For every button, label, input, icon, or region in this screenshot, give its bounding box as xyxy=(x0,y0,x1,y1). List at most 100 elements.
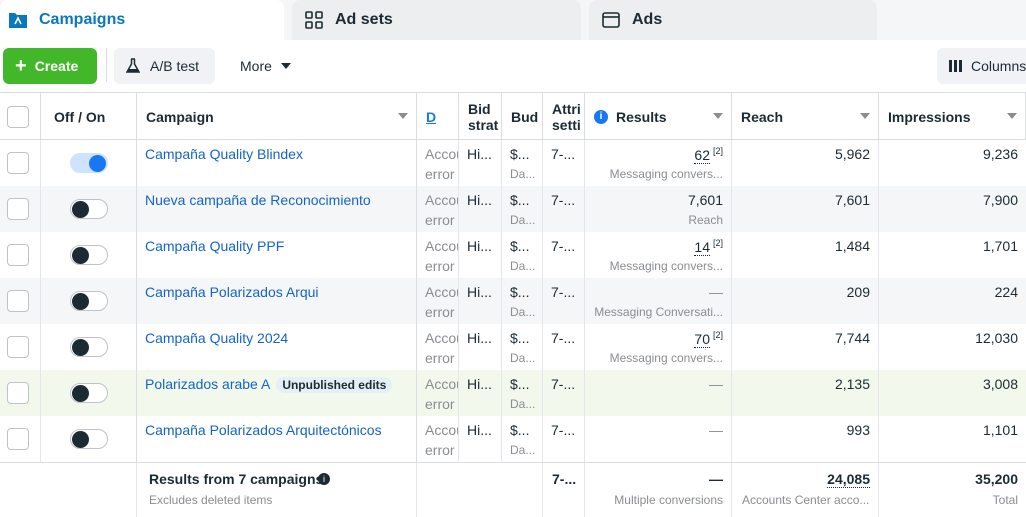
header-reach-label: Reach xyxy=(741,108,784,125)
reach-value: 1,484 xyxy=(834,238,870,254)
row-select-cell xyxy=(0,186,41,232)
campaign-name: Campaña Quality PPF xyxy=(145,238,285,254)
table-row[interactable]: Nueva campaña de Reconocimiento Accou erro… xyxy=(0,186,1026,232)
row-campaign-cell: Polarizados arabe A Unpublished edits xyxy=(137,370,417,416)
results-value[interactable]: — xyxy=(709,422,723,438)
info-icon[interactable]: i xyxy=(318,473,330,485)
campaign-name-link[interactable]: Polarizados arabe A Unpublished edits xyxy=(145,376,393,393)
campaign-name-link[interactable]: Campaña Quality 2024 xyxy=(145,330,288,346)
budget-value: $... xyxy=(510,376,530,392)
impressions-value: 9,236 xyxy=(982,146,1018,162)
select-all-checkbox[interactable] xyxy=(7,105,29,128)
row-checkbox[interactable] xyxy=(7,290,29,312)
footer-results-sub: Multiple conversions xyxy=(614,493,723,507)
bid-strategy: Hi... xyxy=(467,146,492,162)
results-number: — xyxy=(709,284,723,300)
campaign-toggle[interactable] xyxy=(70,245,108,265)
tab-ad-sets[interactable]: Ad sets xyxy=(292,0,581,40)
row-bid-cell: Hi... xyxy=(459,370,502,416)
campaign-name-link[interactable]: Campaña Quality Blindex xyxy=(145,146,303,162)
campaign-toggle[interactable] xyxy=(70,153,108,173)
header-bid-strategy[interactable]: Bid strat xyxy=(459,93,502,140)
row-toggle-cell xyxy=(41,416,137,462)
table-row[interactable]: Campaña Quality 2024 Accou error Hi... $... D… xyxy=(0,324,1026,370)
results-value[interactable]: 70 [2] xyxy=(694,330,723,348)
row-budget-cell: $... Da... xyxy=(502,278,543,324)
row-checkbox[interactable] xyxy=(7,198,29,220)
row-impressions-cell: 1,701 xyxy=(879,232,1026,278)
reach-value: 7,601 xyxy=(834,192,870,208)
row-attribution-cell: 7-... xyxy=(543,278,585,324)
tab-ads[interactable]: Ads xyxy=(589,0,877,40)
campaign-toggle[interactable] xyxy=(70,383,108,403)
impressions-value: 1,701 xyxy=(982,238,1018,254)
sort-caret-icon[interactable] xyxy=(1007,113,1017,119)
header-impressions[interactable]: Impressions xyxy=(879,93,1026,140)
tab-campaigns[interactable]: Campaigns xyxy=(0,0,284,40)
campaign-toggle[interactable] xyxy=(70,337,108,357)
campaign-name-link[interactable]: Campaña Quality PPF xyxy=(145,238,284,254)
row-checkbox[interactable] xyxy=(7,428,29,450)
create-button[interactable]: + Create xyxy=(3,48,97,84)
row-checkbox[interactable] xyxy=(7,244,29,266)
row-delivery-cell: Accou error xyxy=(417,324,459,370)
row-checkbox[interactable] xyxy=(7,382,29,404)
header-delivery[interactable]: D xyxy=(417,93,459,140)
table-row[interactable]: Campaña Quality Blindex Accou error Hi... $.… xyxy=(0,140,1026,186)
row-results-cell: 7,601 Reach xyxy=(585,186,732,232)
results-value[interactable]: 62 [2] xyxy=(694,146,723,164)
sort-caret-icon[interactable] xyxy=(860,113,870,119)
impressions-value: 12,030 xyxy=(975,330,1018,346)
row-results-cell: 70 [2] Messaging convers... xyxy=(585,324,732,370)
header-results[interactable]: i Results xyxy=(585,93,732,140)
campaign-name-link[interactable]: Campaña Polarizados Arquitectónicos xyxy=(145,422,382,438)
results-value[interactable]: — xyxy=(709,376,723,392)
campaign-toggle[interactable] xyxy=(70,199,108,219)
toggle-knob xyxy=(72,293,89,310)
campaign-toggle[interactable] xyxy=(70,291,108,311)
sort-caret-icon[interactable] xyxy=(398,113,408,119)
info-icon[interactable]: i xyxy=(594,109,608,124)
toolbar-divider xyxy=(106,48,107,82)
toggle-knob xyxy=(72,431,89,448)
row-results-cell: — Messaging Conversati... xyxy=(585,278,732,324)
columns-button[interactable]: Columns xyxy=(937,48,1026,84)
header-select-all[interactable] xyxy=(0,93,41,140)
results-value[interactable]: 7,601 xyxy=(688,192,723,208)
table-row[interactable]: Campaña Quality PPF Accou error Hi... $... Da… xyxy=(0,232,1026,278)
results-value[interactable]: — xyxy=(709,284,723,300)
header-budget[interactable]: Bud xyxy=(502,93,543,140)
budget-value: $... xyxy=(510,146,530,162)
columns-label: Columns xyxy=(971,58,1026,74)
header-impressions-label: Impressions xyxy=(888,108,971,125)
header-campaign-label: Campaign xyxy=(146,108,214,125)
row-delivery-cell: Accou error xyxy=(417,186,459,232)
results-type: Reach xyxy=(688,213,723,227)
more-button[interactable]: More xyxy=(228,48,302,84)
reach-value: 209 xyxy=(846,284,870,300)
campaign-name-link[interactable]: Nueva campaña de Reconocimiento xyxy=(145,192,371,208)
header-campaign[interactable]: Campaign xyxy=(137,93,417,140)
budget-value: $... xyxy=(510,192,530,208)
reach-value: 993 xyxy=(846,422,870,438)
ab-test-button[interactable]: A/B test xyxy=(114,48,215,84)
table-row[interactable]: Campaña Polarizados Arqui Accou error Hi...… xyxy=(0,278,1026,324)
row-checkbox[interactable] xyxy=(7,336,29,358)
results-value[interactable]: 14 [2] xyxy=(694,238,723,256)
campaign-name-link[interactable]: Campaña Polarizados Arqui xyxy=(145,284,319,300)
campaign-toggle[interactable] xyxy=(70,429,108,449)
row-budget-cell: $... Da... xyxy=(502,416,543,462)
row-checkbox[interactable] xyxy=(7,152,29,174)
header-attribution[interactable]: Attri setti xyxy=(543,93,585,140)
budget-sub: Da... xyxy=(510,167,536,181)
header-reach[interactable]: Reach xyxy=(732,93,879,140)
table-row[interactable]: Campaña Polarizados Arquitectónicos Accou… xyxy=(0,416,1026,462)
table-row[interactable]: Polarizados arabe A Unpublished edits Acco… xyxy=(0,370,1026,416)
campaign-name: Campaña Polarizados Arquitectónicos xyxy=(145,422,382,438)
row-budget-cell: $... Da... xyxy=(502,140,543,186)
sort-caret-icon[interactable] xyxy=(713,113,723,119)
footer-title: Results from 7 campaigns xyxy=(149,471,324,487)
campaign-name: Polarizados arabe A xyxy=(145,376,271,392)
row-reach-cell: 2,135 xyxy=(732,370,879,416)
delivery-status: Accou xyxy=(425,284,458,300)
